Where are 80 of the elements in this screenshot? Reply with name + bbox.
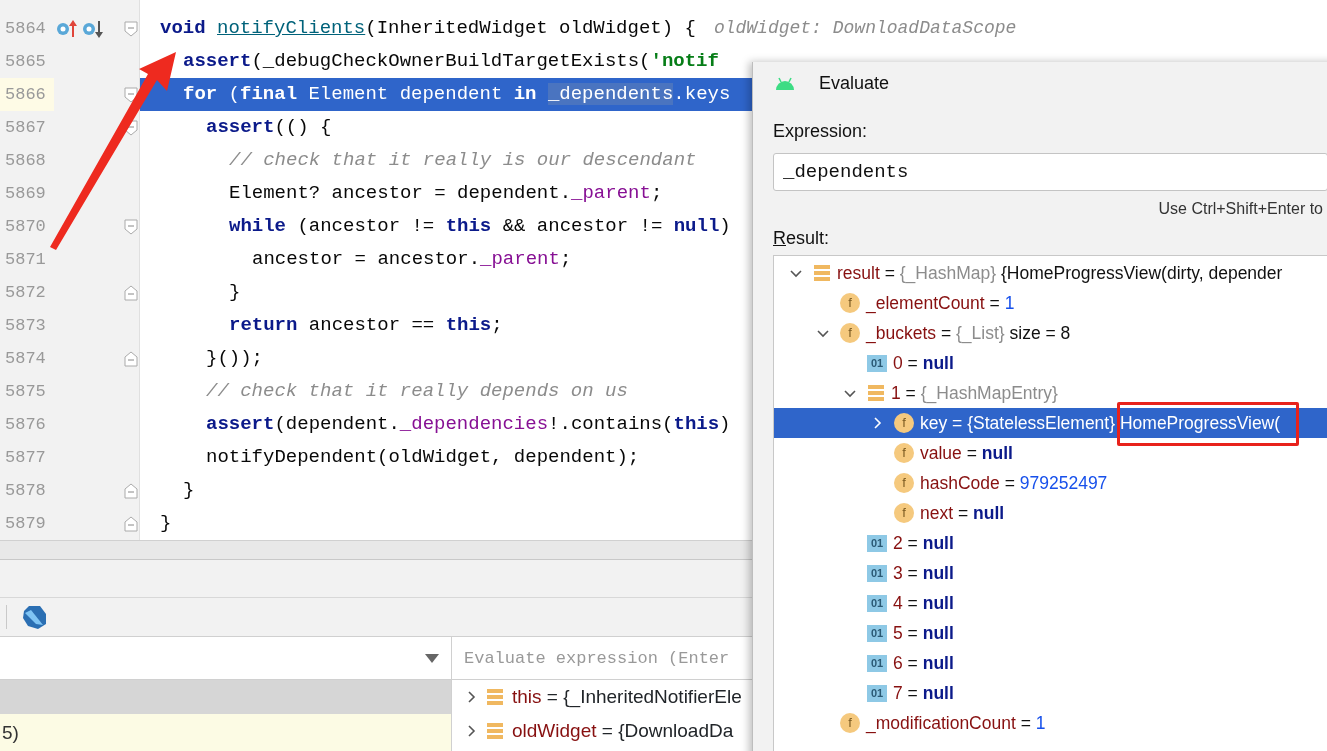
expression-label: Expression: (773, 120, 869, 143)
line-number: 5868 (4, 150, 47, 172)
tree-node-text[interactable]: 1 = {_HashMapEntry} (891, 379, 1058, 407)
tree-node-text[interactable]: _buckets = {_List} size = 8 (866, 319, 1071, 347)
code-text: while (ancestor != this && ancestor != null) (229, 214, 731, 239)
line-number: 5864 (4, 18, 47, 40)
index-icon: 01 (867, 624, 887, 642)
code-text: }()); (206, 346, 263, 371)
index-icon: 01 (867, 684, 887, 702)
index-icon: 01 (867, 354, 887, 372)
code-text: return ancestor == this; (229, 313, 503, 338)
tree-node-text[interactable]: 0 = null (893, 349, 954, 377)
line-number: 5875 (4, 381, 47, 403)
tree-node-text[interactable]: _elementCount = 1 (866, 289, 1015, 317)
field-icon: f (894, 503, 914, 523)
code-text: Element? ancestor = dependent._parent; (229, 181, 663, 206)
dart-icon[interactable] (21, 604, 47, 630)
field-icon: f (894, 443, 914, 463)
override-down-icon[interactable] (81, 18, 104, 39)
tree-node-text[interactable]: 6 = null (893, 649, 954, 677)
index-icon: 01 (867, 594, 887, 612)
tree-node-text[interactable]: result = {_HashMap} {HomeProgressView(dirty, depender (837, 259, 1283, 287)
code-text: assert(dependent._dependencies!.contains(this) (206, 412, 731, 437)
line-number: 5867 (4, 117, 47, 139)
field-icon: f (894, 413, 914, 433)
index-icon: 01 (867, 654, 887, 672)
line-number: 5878 (4, 480, 47, 502)
line-number: 5879 (4, 513, 47, 535)
tree-node-text[interactable]: value = null (920, 439, 1013, 467)
tree-node-text[interactable]: _modificationCount = 1 (866, 709, 1046, 737)
tree-node-text[interactable]: next = null (920, 499, 1005, 527)
field-icon: f (840, 323, 860, 343)
tree-node-text[interactable]: 5 = null (893, 619, 954, 647)
index-icon: 01 (867, 564, 887, 582)
line-number: 5866 (0, 78, 54, 111)
code-text: assert(() { (206, 115, 332, 140)
code-text: // check that it really depends on us (206, 379, 628, 404)
line-number: 5865 (4, 51, 47, 73)
field-icon: f (894, 473, 914, 493)
tree-node-text[interactable]: 2 = null (893, 529, 954, 557)
code-text: // check that it really is our descendant (229, 148, 697, 173)
caret-icon (425, 653, 439, 663)
variable-entry[interactable]: this = {_InheritedNotifierEle (512, 682, 742, 712)
index-icon: 01 (867, 534, 887, 552)
line-number: 5874 (4, 348, 47, 370)
tree-node-text[interactable]: 3 = null (893, 559, 954, 587)
code-text: assert(_debugCheckOwnerBuildTargetExists('notif (183, 49, 719, 74)
object-icon (867, 384, 885, 402)
line-number: 5877 (4, 447, 47, 469)
inline-value-hint: oldWidget: DownloadDataScope (713, 17, 1017, 40)
code-text: } (183, 478, 195, 503)
line-number: 5876 (4, 414, 47, 436)
tree-node-text[interactable]: hashCode = 979252497 (920, 469, 1108, 497)
line-number: 5869 (4, 183, 47, 205)
result-label: Result: (773, 227, 831, 250)
android-icon (775, 76, 795, 90)
tree-node-text: key = {StatelessElement} HomeProgressView( (920, 411, 1281, 435)
fold-icon[interactable] (124, 86, 139, 103)
line-number: 5873 (4, 315, 47, 337)
line-number: 5870 (4, 216, 47, 238)
object-icon (486, 722, 504, 740)
frame-row[interactable]: 5) (0, 714, 451, 751)
tree-node-text[interactable]: 7 = null (893, 679, 954, 707)
tree-node-text[interactable]: 4 = null (893, 589, 954, 617)
selected-tree-row[interactable]: f key = {StatelessElement} HomeProgressView( (774, 408, 1327, 438)
object-icon (486, 688, 504, 706)
expression-field[interactable]: _dependents (773, 153, 1327, 191)
line-number: 5871 (4, 249, 47, 271)
code-text: } (160, 511, 172, 536)
field-icon: f (840, 293, 860, 313)
code-text: } (229, 280, 241, 305)
line-number: 5872 (4, 282, 47, 304)
object-icon (813, 264, 831, 282)
variable-entry[interactable]: oldWidget = {DownloadDa (512, 716, 734, 746)
override-up-icon[interactable] (55, 18, 78, 39)
code-text: ancestor = ancestor._parent; (252, 247, 572, 272)
field-icon: f (840, 713, 860, 733)
shortcut-hint: Use Ctrl+Shift+Enter to (1157, 199, 1323, 219)
code-text: notifyDependent(oldWidget, dependent); (206, 445, 640, 470)
code-text: void notifyClients(InheritedWidget oldWidget) { (160, 16, 696, 41)
